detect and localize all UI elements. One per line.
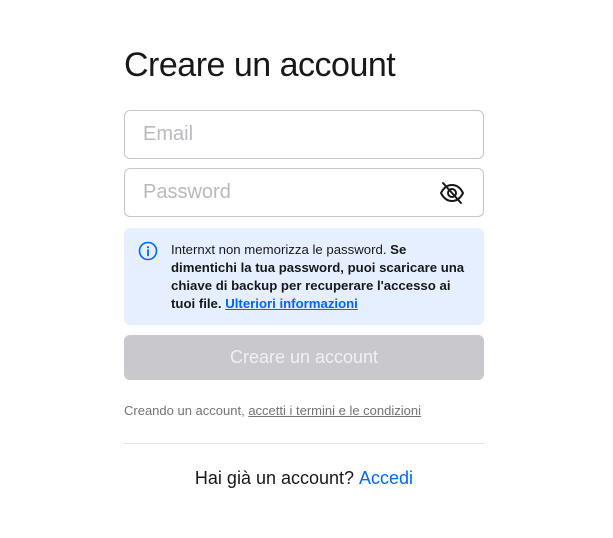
info-text: Internxt non memorizza le password. Se d… bbox=[171, 241, 471, 313]
info-text-plain: Internxt non memorizza le password. bbox=[171, 242, 391, 257]
login-link[interactable]: Accedi bbox=[359, 468, 413, 488]
terms-prefix: Creando un account, bbox=[124, 403, 249, 418]
password-info-box: Internxt non memorizza le password. Se d… bbox=[124, 228, 484, 325]
password-field-wrapper bbox=[124, 168, 484, 217]
info-icon bbox=[138, 241, 158, 261]
divider bbox=[124, 443, 484, 444]
password-field[interactable] bbox=[125, 169, 483, 216]
create-account-button[interactable]: Creare un account bbox=[124, 335, 484, 380]
email-field[interactable] bbox=[125, 111, 483, 158]
email-field-wrapper bbox=[124, 110, 484, 159]
page-title: Creare un account bbox=[124, 46, 396, 84]
terms-text: Creando un account, accetti i termini e … bbox=[124, 403, 421, 418]
login-prompt: Hai già un account? Accedi bbox=[124, 468, 484, 489]
more-info-link[interactable]: Ulteriori informazioni bbox=[225, 296, 358, 311]
eye-off-icon[interactable] bbox=[439, 181, 465, 205]
login-question: Hai già un account? bbox=[194, 468, 355, 488]
terms-link[interactable]: accetti i termini e le condizioni bbox=[248, 403, 421, 418]
